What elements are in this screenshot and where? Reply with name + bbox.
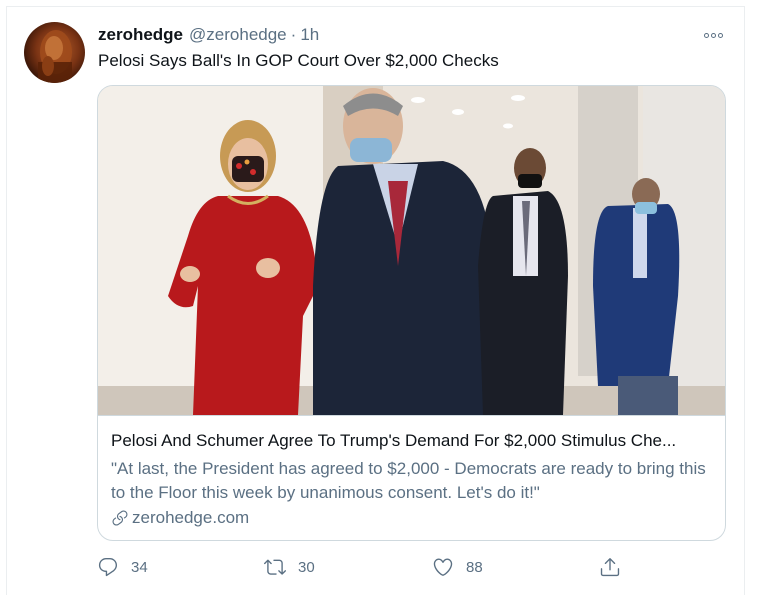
tweet-text: Pelosi Says Ball's In GOP Court Over $2,… bbox=[98, 51, 499, 70]
link-card[interactable]: Pelosi And Schumer Agree To Trump's Dema… bbox=[97, 85, 726, 541]
reply-icon bbox=[98, 558, 118, 577]
tweet-header: zerohedge @zerohedge · 1h bbox=[98, 25, 319, 47]
card-description: "At last, the President has agreed to $2… bbox=[111, 459, 706, 502]
retweet-count: 30 bbox=[298, 558, 315, 576]
reply-count: 34 bbox=[131, 558, 148, 576]
retweet-icon bbox=[264, 559, 286, 575]
avatar[interactable] bbox=[24, 22, 85, 83]
photo-icon bbox=[98, 86, 725, 415]
card-title[interactable]: Pelosi And Schumer Agree To Trump's Dema… bbox=[111, 431, 715, 451]
share-icon bbox=[600, 558, 620, 577]
more-icon[interactable] bbox=[700, 25, 726, 45]
link-icon bbox=[112, 510, 128, 526]
separator-dot: · bbox=[290, 25, 297, 44]
retweet-button[interactable]: 30 bbox=[264, 555, 315, 579]
display-name[interactable]: zerohedge bbox=[98, 25, 183, 45]
avatar-image-icon bbox=[38, 30, 72, 83]
timestamp[interactable]: 1h bbox=[300, 25, 319, 45]
heart-icon bbox=[433, 558, 453, 576]
like-button[interactable]: 88 bbox=[432, 555, 483, 579]
card-image[interactable] bbox=[98, 86, 725, 415]
reply-button[interactable]: 34 bbox=[97, 555, 148, 579]
card-domain-text: zerohedge.com bbox=[132, 508, 250, 527]
like-count: 88 bbox=[466, 558, 483, 576]
user-handle[interactable]: @zerohedge bbox=[189, 25, 287, 45]
tweet-actions: 34 30 88 bbox=[97, 555, 637, 579]
card-text[interactable]: Pelosi And Schumer Agree To Trump's Dema… bbox=[98, 415, 725, 540]
card-domain[interactable]: zerohedge.com bbox=[111, 508, 249, 528]
share-button[interactable] bbox=[599, 555, 621, 579]
